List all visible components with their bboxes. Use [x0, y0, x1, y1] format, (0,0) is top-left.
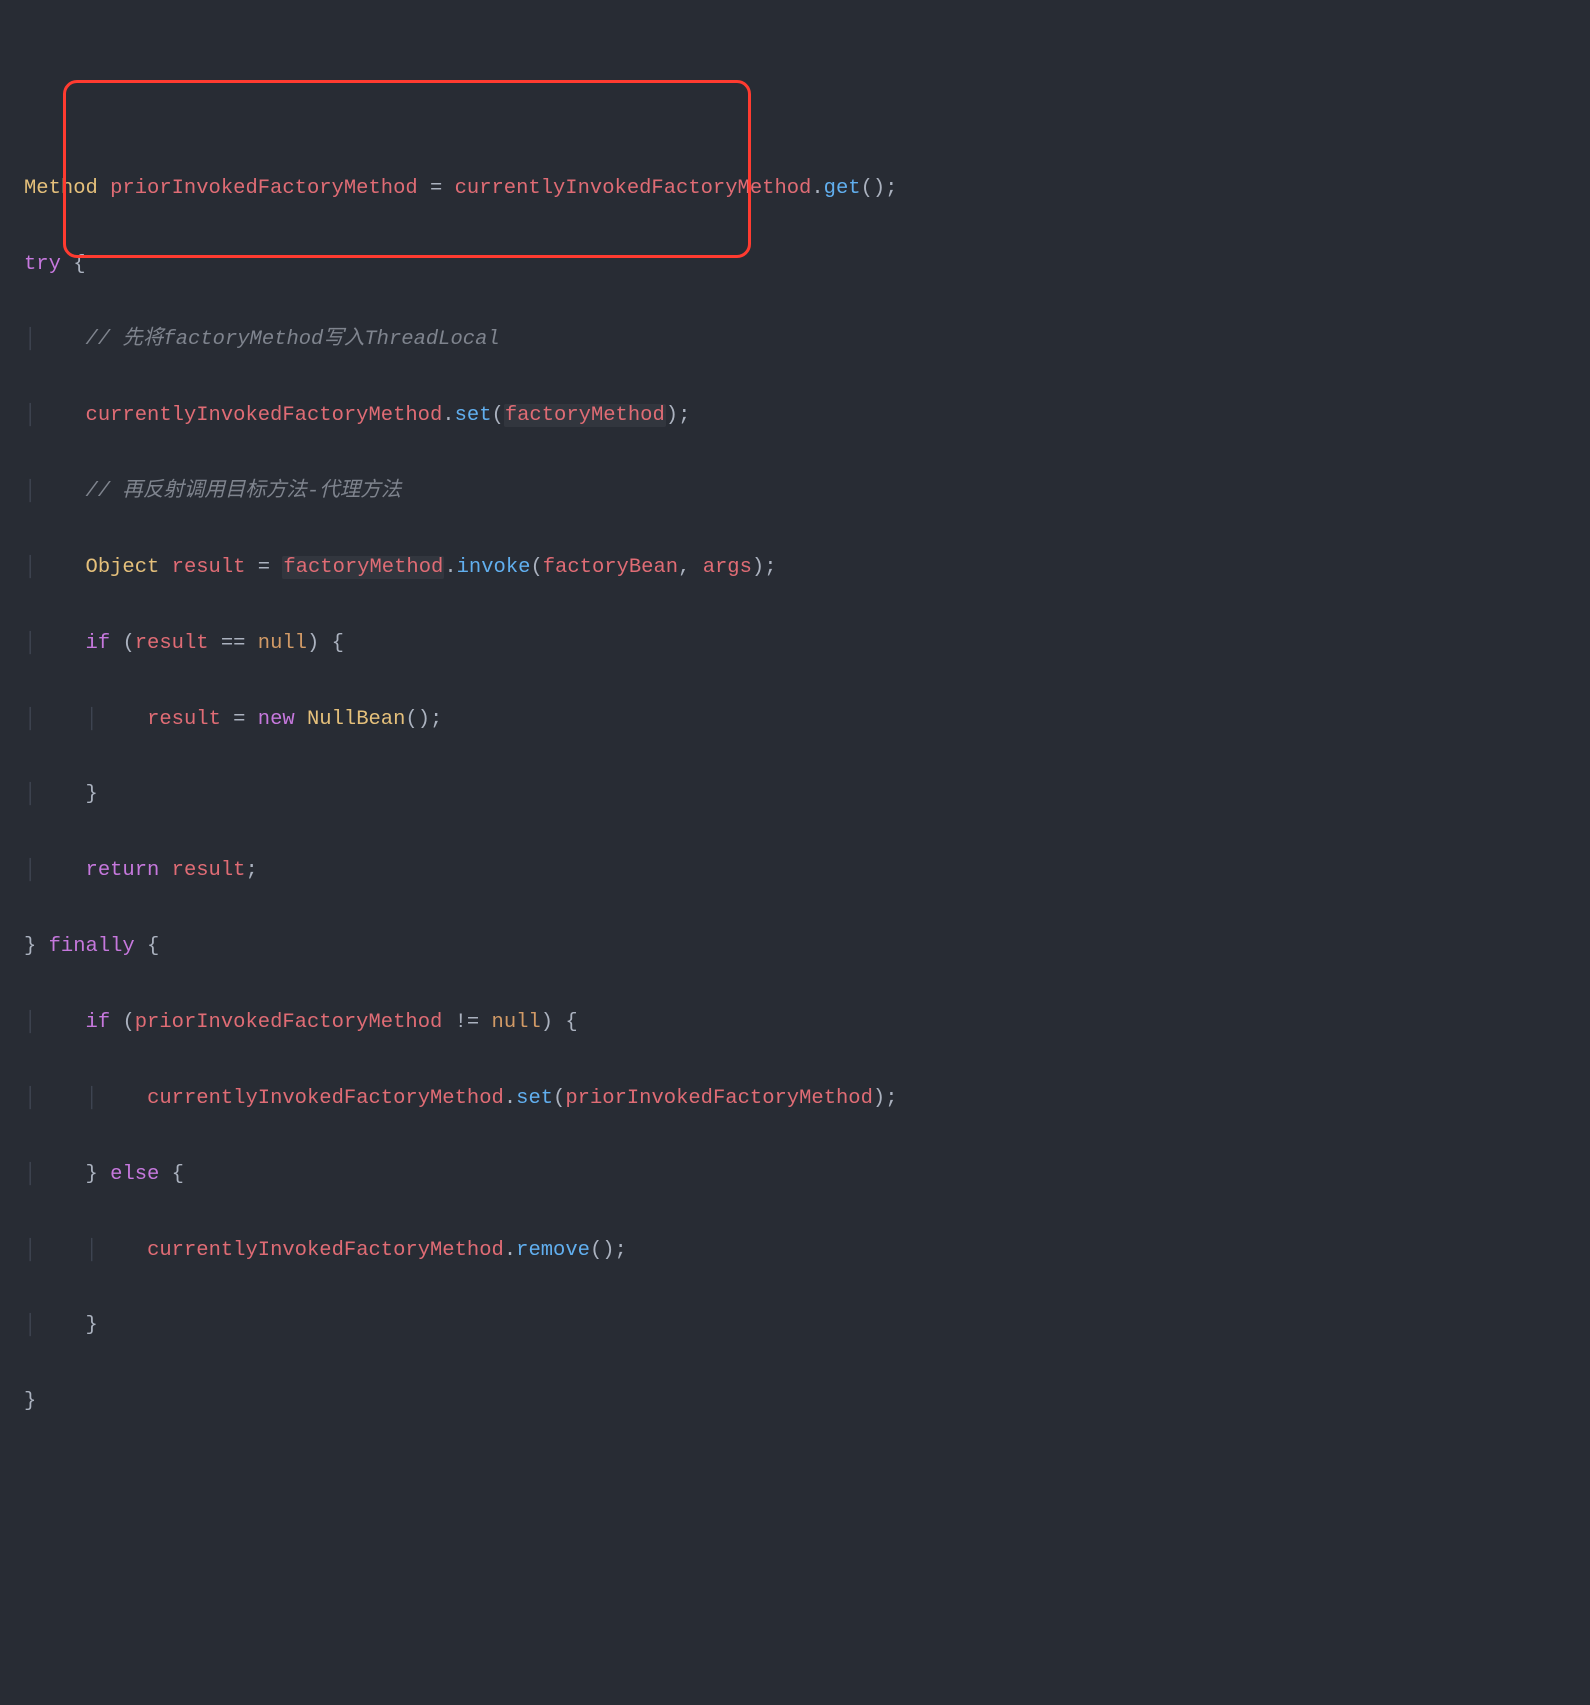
code-line-12: │ if (priorInvokedFactoryMethod != null)… [24, 1004, 1572, 1042]
code-line-6: │ Object result = factoryMethod.invoke(f… [24, 549, 1572, 587]
code-line-8: │ │ result = new NullBean(); [24, 701, 1572, 739]
code-line-16: │ } [24, 1307, 1572, 1345]
code-line-7: │ if (result == null) { [24, 625, 1572, 663]
code-line-10: │ return result; [24, 852, 1572, 890]
code-line-11: } finally { [24, 928, 1572, 966]
code-line-13: │ │ currentlyInvokedFactoryMethod.set(pr… [24, 1080, 1572, 1118]
code-line-5: │ // 再反射调用目标方法-代理方法 [24, 473, 1572, 511]
code-line-2: try { [24, 246, 1572, 284]
code-line-9: │ } [24, 776, 1572, 814]
code-line-1: Method priorInvokedFactoryMethod = curre… [24, 170, 1572, 208]
code-editor[interactable]: Method priorInvokedFactoryMethod = curre… [24, 170, 1572, 1421]
code-line-14: │ } else { [24, 1156, 1572, 1194]
code-line-3: │ // 先将factoryMethod写入ThreadLocal [24, 321, 1572, 359]
code-line-17: } [24, 1383, 1572, 1421]
code-line-15: │ │ currentlyInvokedFactoryMethod.remove… [24, 1232, 1572, 1270]
code-line-4: │ currentlyInvokedFactoryMethod.set(fact… [24, 397, 1572, 435]
